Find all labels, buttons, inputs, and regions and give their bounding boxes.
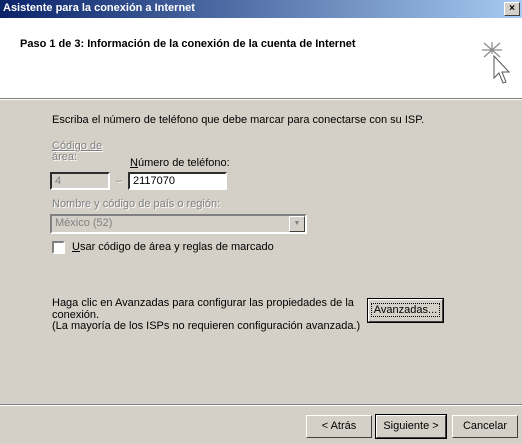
footer-separator-highlight xyxy=(0,405,522,406)
step-title: Paso 1 de 3: Información de la conexión … xyxy=(20,38,356,50)
country-value: México (52) xyxy=(55,217,113,229)
area-code-label-line2: área: xyxy=(52,151,78,163)
use-area-code-label-text: sar código de área y reglas de marcado xyxy=(79,241,274,253)
chevron-down-icon[interactable]: ▼ xyxy=(289,216,305,232)
phone-label-text: úmero de teléfono: xyxy=(137,157,230,169)
use-area-code-label: Usar código de área y reglas de marcado xyxy=(72,241,274,253)
country-label: Nombre y código de país o región: xyxy=(52,198,221,210)
advanced-button[interactable]: Avanzadas... xyxy=(367,298,444,323)
area-code-field[interactable]: 4 xyxy=(50,172,110,190)
advanced-button-label: Avanzadas... xyxy=(370,303,441,317)
phone-label: Número de teléfono: xyxy=(130,157,230,169)
title-bar: Asistente para la conexión a Internet × xyxy=(0,0,522,18)
advanced-text-line1: Haga clic en Avanzadas para configurar l… xyxy=(52,297,354,309)
phone-number-field[interactable]: 2117070 xyxy=(128,172,227,190)
window-title: Asistente para la conexión a Internet xyxy=(3,2,195,14)
wizard-cursor-icon xyxy=(482,42,511,84)
country-combobox[interactable]: México (52) ▼ xyxy=(50,214,307,234)
use-area-code-checkbox[interactable] xyxy=(52,241,65,254)
advanced-text-line3: (La mayoría de los ISPs no requieren con… xyxy=(52,320,361,332)
next-button[interactable]: Siguiente > xyxy=(375,414,447,439)
back-button[interactable]: < Atrás xyxy=(306,415,372,438)
wizard-header: Paso 1 de 3: Información de la conexión … xyxy=(0,18,522,98)
header-separator-highlight xyxy=(0,99,522,100)
close-button[interactable]: × xyxy=(504,2,520,16)
instructions-text: Escriba el número de teléfono que debe m… xyxy=(52,114,425,126)
cancel-button[interactable]: Cancelar xyxy=(452,415,518,438)
area-code-dash: – xyxy=(116,175,123,187)
